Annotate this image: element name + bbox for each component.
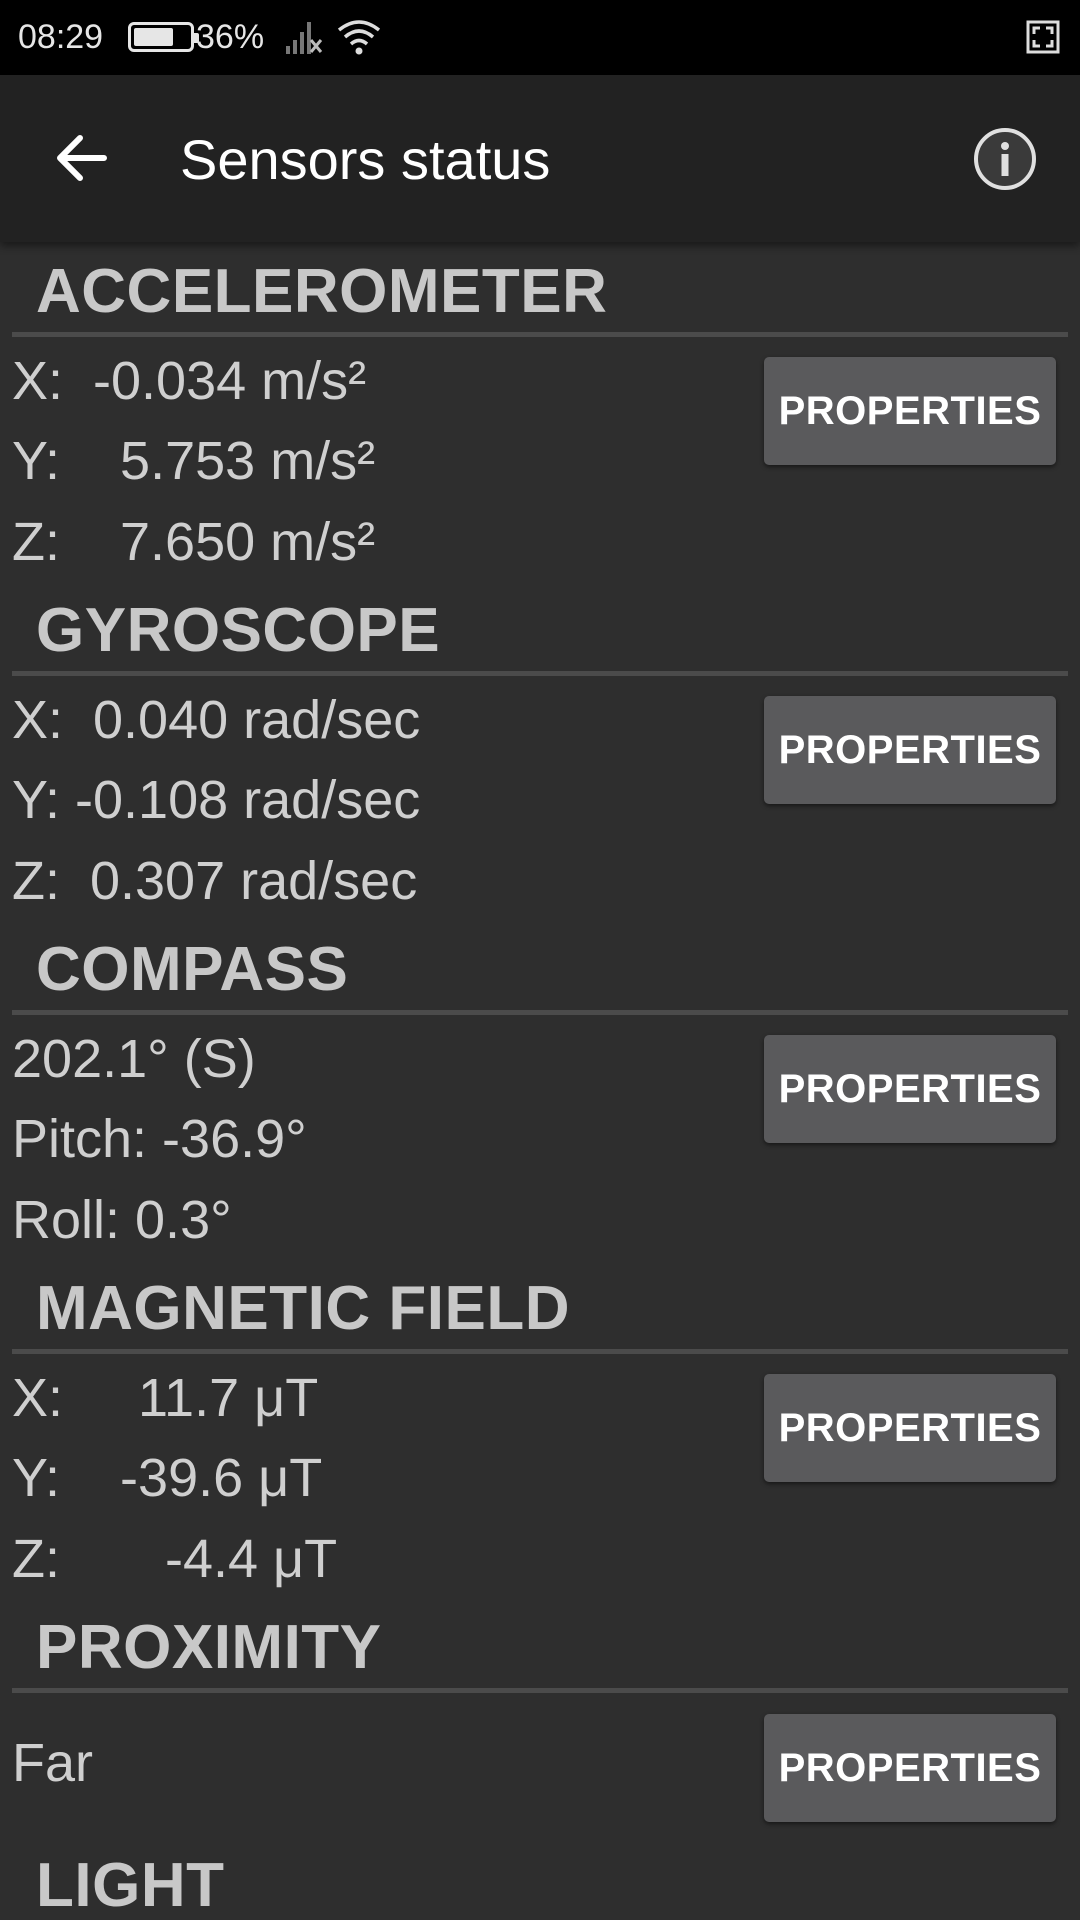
section-divider: [12, 1010, 1068, 1015]
status-bar: 08:29 36%: [0, 0, 1080, 75]
section-title: ACCELEROMETER: [36, 257, 608, 326]
reading-x: X: 11.7 μT: [12, 1368, 319, 1428]
reading-heading: 202.1° (S): [12, 1029, 256, 1089]
section-accelerometer: ACCELEROMETER X: -0.034 m/s² Y: 5.753 m/…: [0, 242, 1080, 580]
section-compass: COMPASS 202.1° (S) Pitch: -36.9° Roll: 0…: [0, 920, 1080, 1258]
properties-button-magnetic-field[interactable]: PROPERTIES: [764, 1374, 1056, 1482]
section-title: COMPASS: [36, 935, 349, 1004]
section-gyroscope: GYROSCOPE X: 0.040 rad/sec Y: -0.108 rad…: [0, 581, 1080, 919]
section-divider: [12, 332, 1068, 337]
reading-y: Y: 5.753 m/s²: [12, 431, 376, 491]
fullscreen-icon[interactable]: [1026, 20, 1060, 54]
reading-roll: Roll: 0.3°: [12, 1190, 232, 1250]
section-divider: [12, 1688, 1068, 1693]
battery-percent: 36%: [196, 18, 265, 56]
section-divider: [12, 671, 1068, 676]
reading-x: X: -0.034 m/s²: [12, 351, 367, 411]
properties-button-proximity[interactable]: PROPERTIES: [764, 1714, 1056, 1822]
section-title: MAGNETIC FIELD: [36, 1274, 570, 1343]
reading-z: Z: -4.4 μT: [12, 1529, 338, 1589]
info-button[interactable]: [972, 126, 1038, 192]
arrow-left-icon: [57, 135, 107, 181]
reading-y: Y: -39.6 μT: [12, 1448, 323, 1508]
app-bar: Sensors status: [0, 75, 1080, 242]
section-proximity: PROXIMITY Far PROPERTIES: [0, 1598, 1080, 1836]
reading-proximity: Far: [12, 1733, 93, 1793]
section-title: LIGHT: [36, 1851, 225, 1920]
battery-icon: [128, 22, 199, 52]
section-title: PROXIMITY: [36, 1613, 382, 1682]
reading-z: Z: 0.307 rad/sec: [12, 851, 418, 911]
info-icon: [974, 128, 1036, 190]
section-magnetic-field: MAGNETIC FIELD X: 11.7 μT Y: -39.6 μT Z:…: [0, 1259, 1080, 1597]
properties-button-accelerometer[interactable]: PROPERTIES: [764, 357, 1056, 465]
status-time: 08:29: [18, 18, 104, 56]
battery-level-fill: [134, 28, 173, 46]
reading-z: Z: 7.650 m/s²: [12, 512, 376, 572]
section-divider: [12, 1349, 1068, 1354]
section-title: GYROSCOPE: [36, 596, 441, 665]
reading-pitch: Pitch: -36.9°: [12, 1109, 307, 1169]
page-title: Sensors status: [180, 128, 551, 191]
signal-icon: [286, 22, 323, 54]
reading-y: Y: -0.108 rad/sec: [12, 770, 421, 830]
wifi-icon: [337, 20, 381, 55]
reading-x: X: 0.040 rad/sec: [12, 690, 421, 750]
properties-button-compass[interactable]: PROPERTIES: [764, 1035, 1056, 1143]
properties-button-gyroscope[interactable]: PROPERTIES: [764, 696, 1056, 804]
section-light: LIGHT: [0, 1836, 1080, 1920]
sensor-list[interactable]: ACCELEROMETER X: -0.034 m/s² Y: 5.753 m/…: [0, 242, 1080, 1920]
back-button[interactable]: [46, 120, 122, 196]
